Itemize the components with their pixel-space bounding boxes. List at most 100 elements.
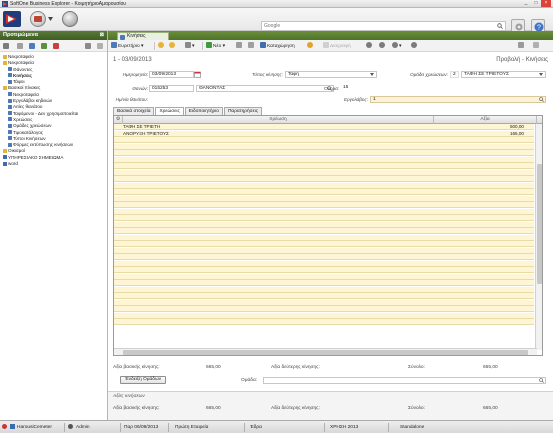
charge-group-select[interactable]: ΤΑΦΗ ΣΕ ΤΡΙΕΤΟΥΣ — [461, 71, 546, 78]
copy-icon[interactable] — [236, 42, 243, 50]
tree-item[interactable]: word — [0, 161, 107, 167]
back-icon[interactable] — [158, 42, 165, 50]
table-row[interactable] — [114, 312, 534, 319]
grid-col-charge[interactable]: Χρέωση — [123, 116, 434, 124]
calendar-icon[interactable] — [194, 71, 201, 78]
chevron-down-icon[interactable] — [539, 73, 543, 76]
tools-icon[interactable] — [17, 43, 23, 49]
google-search-box[interactable] — [261, 21, 506, 31]
maximize-button[interactable]: □ — [531, 0, 541, 7]
subtab[interactable]: Βασικά στοιχεία — [113, 107, 155, 115]
grid-horizontal-scrollbar[interactable] — [114, 348, 537, 355]
last-record-icon[interactable] — [411, 42, 418, 50]
table-row[interactable] — [114, 215, 534, 221]
scroll-thumb[interactable] — [537, 164, 542, 284]
grid-cell-charge[interactable]: ΤΑΦΗ ΣΕ ΤΡΙΕΤΗ — [123, 124, 343, 130]
previous-record-icon[interactable] — [379, 42, 386, 50]
table-row[interactable] — [114, 137, 534, 143]
table-row[interactable] — [114, 169, 534, 176]
star-icon[interactable] — [307, 42, 314, 50]
favorites-tree: Νεκροταφείο Νεκροταφεία Θάνοντες Κινήσεις Τά… — [0, 52, 107, 167]
chevron-down-icon[interactable] — [48, 17, 53, 21]
status-divider — [244, 423, 245, 432]
scroll-thumb[interactable] — [123, 350, 528, 355]
table-row[interactable] — [114, 150, 534, 156]
table-row[interactable] — [114, 163, 534, 169]
search-icon[interactable] — [539, 97, 544, 102]
grid-settings-icon[interactable]: ⚙ — [114, 116, 123, 124]
toolbar-separator — [154, 42, 155, 50]
close-button[interactable]: × — [541, 0, 551, 7]
main-menu-orb-icon[interactable] — [30, 11, 46, 27]
table-row[interactable] — [114, 254, 534, 260]
table-row[interactable] — [114, 299, 534, 306]
minimize-button[interactable]: _ — [521, 0, 531, 7]
folder-up-icon[interactable] — [29, 43, 35, 49]
tools-icon[interactable] — [518, 42, 525, 50]
table-row[interactable] — [114, 260, 534, 267]
web-globe-icon[interactable] — [62, 11, 78, 27]
search-icon[interactable] — [497, 23, 503, 29]
table-row[interactable] — [114, 280, 534, 286]
table-row[interactable] — [114, 208, 534, 215]
table-row[interactable] — [114, 293, 534, 299]
table-row[interactable] — [114, 234, 534, 241]
table-row[interactable] — [114, 176, 534, 182]
table-row[interactable] — [114, 267, 534, 273]
chevron-down-icon[interactable] — [370, 73, 374, 76]
table-row[interactable] — [114, 221, 534, 228]
search-icon[interactable] — [539, 378, 544, 383]
tree-item-label: Βασικοί πίνακες — [8, 85, 41, 91]
pin-icon[interactable]: ⊠ — [100, 31, 104, 40]
grid-view-icon[interactable] — [3, 43, 9, 49]
table-row[interactable] — [114, 306, 534, 312]
search-icon[interactable] — [85, 43, 91, 49]
table-row[interactable]: ΑΝΟΡΥΞΗ ΤΡΙΕΤΟΥΣ 165,00 — [114, 130, 534, 137]
new-button[interactable]: Νέο ▾ — [206, 42, 225, 50]
grid-col-value[interactable]: Αξία — [434, 116, 537, 124]
grid-cell-charge[interactable]: ΑΝΟΡΥΞΗ ΤΡΙΕΤΟΥΣ — [123, 131, 343, 137]
refresh-icon[interactable] — [97, 43, 103, 49]
google-search-input[interactable] — [262, 22, 492, 30]
print-icon[interactable]: ▾ — [185, 42, 194, 50]
save-button[interactable]: Καταχώρηση — [260, 42, 295, 50]
grid-vertical-scrollbar[interactable] — [535, 124, 542, 350]
deceased-code-field[interactable]: 015253 — [149, 85, 194, 92]
first-record-icon[interactable] — [366, 42, 373, 50]
table-row[interactable] — [114, 273, 534, 280]
table-row[interactable] — [114, 319, 534, 325]
add-folder-icon[interactable] — [41, 43, 47, 49]
group-field[interactable] — [263, 377, 546, 384]
paste-icon[interactable] — [248, 42, 255, 50]
table-row[interactable] — [114, 195, 534, 202]
delete-button[interactable]: Διαγραφή — [323, 42, 351, 50]
table-row[interactable] — [114, 156, 534, 163]
table-row[interactable] — [114, 241, 534, 247]
table-row[interactable] — [114, 228, 534, 234]
table-row[interactable] — [114, 202, 534, 208]
tab-movements[interactable]: Κινήσεις — [117, 32, 169, 40]
softone-logo-icon[interactable] — [3, 11, 21, 27]
table-row[interactable] — [114, 143, 534, 150]
subtab[interactable]: Ειδοποιητήριο — [184, 107, 223, 115]
date-field[interactable]: 03/09/2013 — [149, 71, 194, 78]
table-row[interactable] — [114, 247, 534, 254]
save-icon — [260, 42, 266, 48]
app-icon — [2, 1, 8, 7]
browse-button[interactable]: Ευρετήριο ▾ — [111, 42, 143, 50]
table-row[interactable] — [114, 182, 534, 189]
show-groups-button[interactable]: Ένδειξη Ομάδων — [120, 376, 166, 384]
table-row[interactable] — [114, 189, 534, 195]
table-row[interactable]: ΤΑΦΗ ΣΕ ΤΡΙΕΤΗ 500,00 — [114, 124, 534, 130]
subtab[interactable]: Παρατηρήσεις — [223, 107, 263, 115]
next-record-icon[interactable]: ▾ — [392, 42, 401, 50]
forward-icon[interactable] — [169, 42, 176, 50]
grid-cell-value[interactable]: 165,00 — [434, 131, 524, 137]
subtab[interactable]: Χρεώσεις — [155, 107, 184, 115]
grid-cell-value[interactable]: 500,00 — [434, 124, 524, 130]
table-row[interactable] — [114, 286, 534, 293]
movement-type-select[interactable]: Ταφή — [285, 71, 377, 78]
remove-icon[interactable] — [53, 43, 59, 49]
close-document-icon[interactable] — [533, 42, 540, 50]
contractor-field[interactable]: 1 — [370, 96, 546, 103]
